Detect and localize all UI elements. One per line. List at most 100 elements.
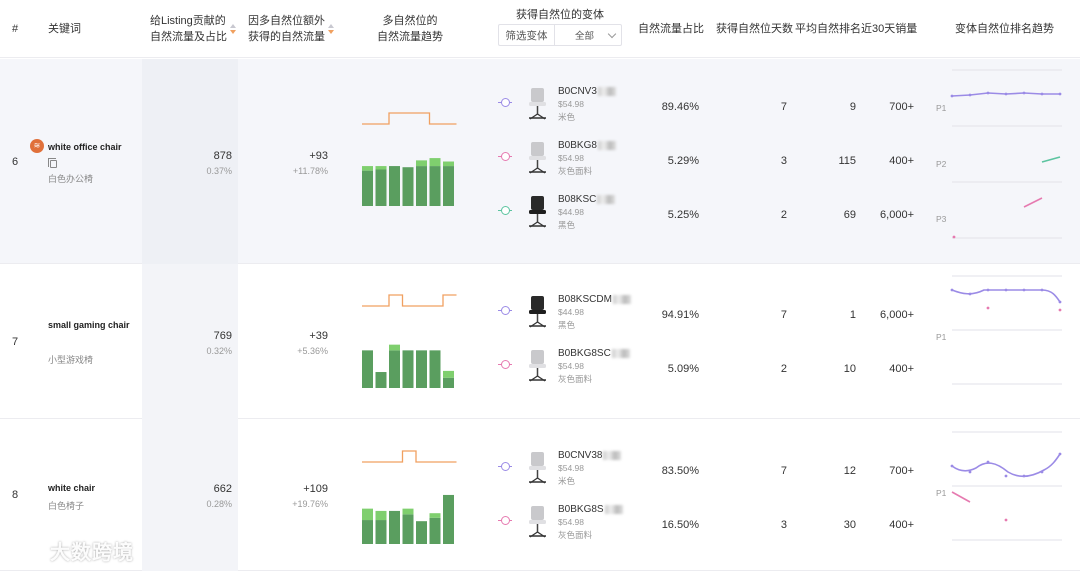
rank-point: [1040, 92, 1044, 96]
row-index: 8: [12, 489, 19, 501]
variant-item[interactable]: B0CNV3 $54.98 米色: [498, 86, 628, 130]
organic-days-value: 3: [780, 155, 787, 167]
table-row[interactable]: 7 small gaming chair 小型游戏椅 769 0.32% +39 +5.36…: [0, 264, 1080, 419]
variant-legend-icon: [498, 462, 512, 472]
variant-asin[interactable]: B0BKG8: [558, 140, 616, 151]
organic-share-value: 94.91%: [661, 309, 699, 321]
avg-rank-value: 30: [843, 519, 856, 531]
trend-bar: [402, 167, 414, 206]
trend-bar: [402, 350, 414, 388]
variant-item[interactable]: B0BKG8 $54.98 灰色面料: [498, 140, 628, 184]
organic-share-value: 89.46%: [661, 101, 699, 113]
rank-line-variant-2: [951, 491, 971, 503]
trend-bar-extra: [389, 344, 400, 351]
trend-bar: [416, 166, 427, 206]
variant-filter[interactable]: 筛选变体 全部: [498, 24, 622, 46]
variant-price: $54.98: [558, 517, 584, 527]
sort-icon[interactable]: [327, 23, 335, 35]
legend-dot: [501, 462, 510, 471]
traffic-column-bg: [142, 264, 238, 419]
extra-traffic-pct: +11.78%: [292, 165, 328, 176]
chair-thumbnail-image[interactable]: [524, 86, 550, 122]
variant-item[interactable]: B0BKG8SC $54.98 灰色面料: [498, 348, 630, 392]
filter-select[interactable]: 全部: [554, 24, 622, 46]
redacted-mark: [603, 450, 622, 460]
trend-step-line: [362, 294, 457, 307]
header-extra-line2: 获得的自然流量: [248, 31, 325, 43]
rank-point: [1004, 92, 1008, 96]
rank-point: [1040, 288, 1044, 292]
keyword-text[interactable]: white office chair: [48, 142, 122, 152]
organic-days-value: 2: [780, 209, 787, 221]
filter-label[interactable]: 筛选变体: [498, 24, 554, 46]
variant-item[interactable]: B08KSCDM $44.98 黑色: [498, 294, 631, 338]
header-index: #: [12, 23, 19, 35]
trend-bar: [375, 169, 387, 206]
organic-days-value: 3: [780, 519, 787, 531]
rank-point: [1022, 91, 1026, 95]
organic-traffic-pct: 0.32%: [206, 345, 232, 356]
variant-rank-trend-chart: [950, 275, 1062, 385]
header-trend-line1: 多自然位的: [382, 15, 438, 27]
avg-rank-value: 10: [843, 363, 856, 375]
variant-color: 米色: [558, 112, 576, 122]
trend-bar-extra: [362, 166, 373, 171]
rank-point: [1022, 288, 1026, 292]
trend-bar-extra: [416, 160, 427, 167]
rank-point: [1004, 474, 1008, 478]
keyword-text[interactable]: white chair: [48, 483, 95, 493]
variant-asin[interactable]: B0CNV38: [558, 450, 622, 461]
variant-price: $54.98: [558, 361, 584, 371]
extra-traffic-pct: +19.76%: [292, 499, 328, 509]
trend-bar: [362, 350, 373, 388]
chair-thumbnail-image[interactable]: [524, 504, 550, 540]
chair-thumbnail-image[interactable]: [524, 450, 550, 486]
rank-point: [968, 93, 972, 97]
chair-back: [531, 196, 544, 210]
header-traffic-line1: 给Listing贡献的: [150, 15, 226, 27]
chair-thumbnail-image[interactable]: [524, 140, 550, 176]
variant-asin[interactable]: B0BKG8SC: [558, 348, 630, 359]
variant-asin[interactable]: B0CNV3: [558, 86, 616, 97]
table-header: # 关键词 给Listing贡献的 自然流量及占比 因多自然位额外 获得的自然流量 …: [0, 0, 1080, 58]
variant-asin[interactable]: B08KSCDM: [558, 294, 631, 305]
chair-back: [531, 88, 544, 102]
chair-thumbnail-image[interactable]: [524, 194, 550, 230]
variant-color: 黑色: [558, 320, 576, 330]
rank-point: [1022, 474, 1026, 478]
organic-days-value: 2: [780, 363, 787, 375]
variant-asin-text: B0CNV3: [558, 86, 597, 97]
table-row[interactable]: 6 ≋ white office chair 白色办公椅 878 0.37% +93 +11.…: [0, 59, 1080, 264]
legend-dot: [501, 516, 510, 525]
sales30-value: 400+: [889, 519, 914, 531]
rank-point: [968, 470, 972, 474]
header-extra-traffic[interactable]: 因多自然位额外 获得的自然流量: [248, 0, 335, 58]
extra-traffic-pct: +5.36%: [297, 345, 328, 356]
rank-point: [986, 306, 990, 310]
variant-asin-text: B0BKG8SC: [558, 348, 611, 359]
chair-back: [531, 350, 544, 364]
header-rank-trend: 变体自然位排名趋势: [955, 23, 1054, 35]
table-row[interactable]: 8 white chair 白色椅子 662 0.28% +109 +19.76% B0CNV…: [0, 419, 1080, 571]
variant-asin[interactable]: B08KSC: [558, 194, 616, 205]
trend-bar: [416, 350, 427, 388]
variant-price: $54.98: [558, 99, 584, 109]
variant-item[interactable]: B0BKG8S $54.98 灰色面料: [498, 504, 628, 548]
sales30-value: 700+: [889, 465, 914, 477]
header-traffic[interactable]: 给Listing贡献的 自然流量及占比: [150, 0, 237, 58]
variant-item[interactable]: B08KSC $44.98 黑色: [498, 194, 628, 238]
row-index: 7: [12, 335, 19, 348]
sort-icon[interactable]: [229, 23, 237, 35]
legend-dot: [501, 206, 510, 215]
variant-asin[interactable]: B0BKG8S: [558, 504, 623, 515]
variant-item[interactable]: B0CNV38 $54.98 米色: [498, 450, 628, 494]
chair-thumbnail-image[interactable]: [524, 294, 550, 330]
organic-share-value: 16.50%: [661, 519, 699, 531]
rank-point: [986, 91, 990, 95]
copy-icon[interactable]: [48, 157, 57, 168]
variant-legend-icon: [498, 306, 512, 316]
chair-thumbnail-image[interactable]: [524, 348, 550, 384]
variant-rank-trend-chart: [950, 69, 1062, 239]
keyword-text[interactable]: small gaming chair: [48, 320, 130, 330]
trend-bar-extra: [362, 508, 373, 521]
